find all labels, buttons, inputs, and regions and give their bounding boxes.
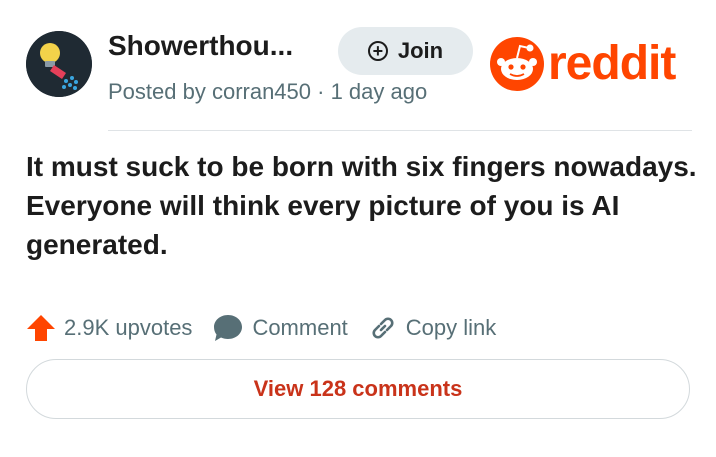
post-title[interactable]: It must suck to be born with six fingers… <box>26 147 698 264</box>
comment-button[interactable]: Comment <box>212 313 348 343</box>
post-header: Showerthou... Posted by corran450 · 1 da… <box>0 0 716 130</box>
view-comments-button[interactable]: View 128 comments <box>26 359 690 419</box>
community-name[interactable]: Showerthou... <box>108 30 293 62</box>
upvote-button[interactable]: 2.9K upvotes <box>26 314 192 342</box>
join-label: Join <box>397 38 444 63</box>
post-actions: 2.9K upvotes Comment Copy link <box>26 311 516 345</box>
view-comments-label: View 128 comments <box>253 376 463 401</box>
logo-wordmark: reddit <box>548 37 676 90</box>
copy-link-button[interactable]: Copy link <box>368 313 496 343</box>
comment-bubble-icon <box>214 315 243 341</box>
join-button[interactable]: + Join <box>338 27 473 75</box>
post-meta: Posted by corran450 · 1 day ago <box>108 79 428 104</box>
reddit-snoo-icon <box>490 37 544 91</box>
divider <box>108 130 692 131</box>
plus-circle-icon: + <box>367 41 388 61</box>
comment-label: Comment <box>252 315 348 340</box>
community-avatar[interactable] <box>26 31 92 97</box>
reddit-logo[interactable]: reddit <box>488 36 676 92</box>
shower-head-bulb-icon <box>26 31 92 97</box>
upvote-arrow-icon <box>27 315 55 341</box>
link-icon <box>372 317 394 339</box>
upvote-count: 2.9K upvotes <box>64 315 193 340</box>
copy-link-label: Copy link <box>405 315 497 340</box>
